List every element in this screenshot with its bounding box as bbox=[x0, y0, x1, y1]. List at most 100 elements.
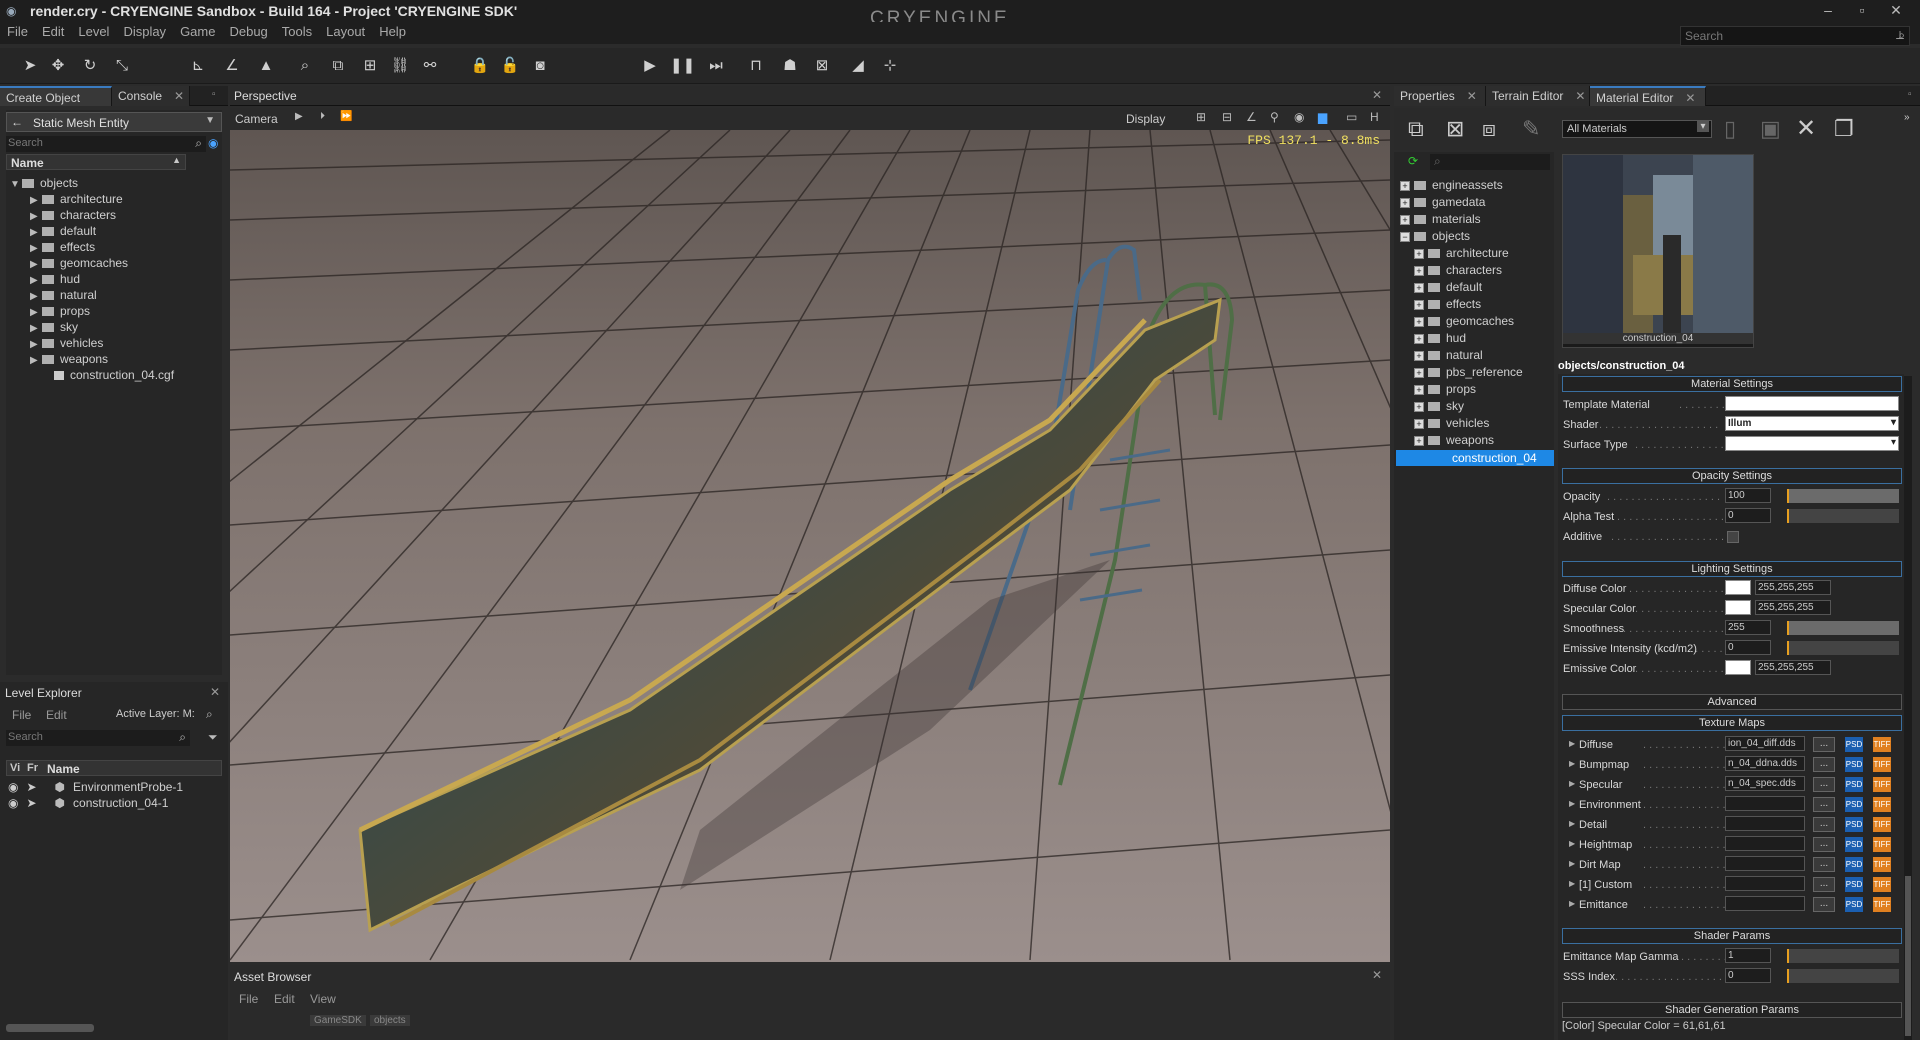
opacity-field[interactable]: 100 bbox=[1725, 488, 1771, 503]
play-icon[interactable]: ▶ bbox=[640, 56, 660, 76]
minimize-button[interactable]: – bbox=[1814, 2, 1842, 20]
material-preview[interactable]: construction_04 bbox=[1562, 154, 1754, 348]
level-row[interactable]: ◉ ➤ ⬢ construction_04-1 bbox=[8, 796, 168, 812]
camera-icon[interactable]: ◙ bbox=[530, 56, 550, 76]
tree-item[interactable]: ▶ characters bbox=[30, 208, 116, 224]
browse-button[interactable]: ... bbox=[1813, 797, 1835, 812]
tree-item[interactable]: ▶ sky bbox=[30, 320, 78, 336]
unlock-icon[interactable]: 🔓 bbox=[500, 56, 520, 76]
ungroup-icon[interactable]: ⊞ bbox=[360, 56, 380, 76]
shader-dropdown[interactable]: Illum ▾ bbox=[1725, 416, 1899, 431]
close-icon[interactable]: ✕ bbox=[174, 89, 184, 103]
close-icon[interactable]: ✕ bbox=[1575, 89, 1585, 103]
move-icon[interactable]: ✥ bbox=[48, 56, 68, 76]
mat-tree-child[interactable]: + vehicles bbox=[1414, 416, 1489, 432]
emissive-intensity-field[interactable]: 0 bbox=[1725, 640, 1771, 655]
psd-button[interactable]: PSD bbox=[1845, 797, 1863, 812]
tiff-button[interactable]: TIFF bbox=[1873, 817, 1891, 832]
opacity-slider[interactable] bbox=[1787, 489, 1899, 503]
texture-path-field[interactable]: ion_04_diff.dds bbox=[1725, 736, 1805, 751]
assign-material-icon[interactable]: ⧈ bbox=[1482, 116, 1496, 142]
global-search-input[interactable]: Search ⌕ bbox=[1680, 26, 1910, 46]
tab-console[interactable]: Console ✕ bbox=[112, 86, 190, 106]
smoothness-field[interactable]: 255 bbox=[1725, 620, 1771, 635]
menu-layout[interactable]: Layout bbox=[319, 22, 372, 41]
visibility-icon[interactable]: ▆ bbox=[1318, 110, 1327, 124]
sss-index-field[interactable]: 0 bbox=[1725, 968, 1771, 983]
expand-arrow-icon[interactable]: ▶ bbox=[1569, 759, 1575, 768]
select-icon[interactable]: ➤ bbox=[20, 56, 40, 76]
tiff-button[interactable]: TIFF bbox=[1873, 777, 1891, 792]
panel-menu-icon[interactable]: ▫ bbox=[1908, 89, 1912, 100]
expand-arrow-icon[interactable]: ▶ bbox=[1569, 819, 1575, 828]
browse-button[interactable]: ... bbox=[1813, 817, 1835, 832]
material-filter-dropdown[interactable]: All Materials ▾ bbox=[1562, 120, 1712, 138]
smoothness-slider[interactable] bbox=[1787, 621, 1899, 635]
expand-arrow-icon[interactable]: ▶ bbox=[1569, 799, 1575, 808]
refresh-icon[interactable]: ⟳ bbox=[1408, 154, 1418, 168]
lighting-settings-header[interactable]: Lighting Settings bbox=[1562, 561, 1902, 577]
entity-type-dropdown[interactable]: ← Static Mesh Entity ▼ bbox=[6, 112, 222, 132]
tiff-button[interactable]: TIFF bbox=[1873, 857, 1891, 872]
3d-viewport[interactable]: FPS 137.1 - 8.8ms bbox=[230, 130, 1390, 962]
flowgraph-icon[interactable]: ⊹ bbox=[880, 56, 900, 76]
help-icon[interactable]: H bbox=[1370, 110, 1379, 124]
opacity-settings-header[interactable]: Opacity Settings bbox=[1562, 468, 1902, 484]
eye-icon[interactable]: ◉ bbox=[8, 780, 18, 794]
emissive-intensity-slider[interactable] bbox=[1787, 641, 1899, 655]
mat-tree-child[interactable]: + architecture bbox=[1414, 246, 1509, 262]
close-button[interactable]: ✕ bbox=[1882, 2, 1910, 20]
surface-type-dropdown[interactable]: ▾ bbox=[1725, 436, 1899, 451]
alpha-test-field[interactable]: 0 bbox=[1725, 508, 1771, 523]
browse-button[interactable]: ... bbox=[1813, 837, 1835, 852]
mat-tree-selected[interactable]: construction_04 bbox=[1396, 450, 1554, 466]
mat-tree-child[interactable]: + sky bbox=[1414, 399, 1464, 415]
tiff-button[interactable]: TIFF bbox=[1873, 877, 1891, 892]
tree-item-file[interactable]: construction_04.cgf bbox=[42, 368, 174, 384]
horizontal-scrollbar[interactable] bbox=[6, 1024, 94, 1032]
texture-path-field[interactable]: n_04_ddna.dds bbox=[1725, 756, 1805, 771]
breadcrumb-gamesdk[interactable]: GameSDK bbox=[310, 1015, 366, 1026]
expand-arrow-icon[interactable]: ▶ bbox=[1569, 779, 1575, 788]
psd-button[interactable]: PSD bbox=[1845, 897, 1863, 912]
close-icon[interactable]: ✕ bbox=[1372, 88, 1382, 102]
expand-icon[interactable]: » bbox=[1904, 112, 1910, 123]
texture-path-field[interactable] bbox=[1725, 816, 1805, 831]
tab-material-editor[interactable]: Material Editor ✕ bbox=[1590, 86, 1706, 106]
sss-index-slider[interactable] bbox=[1787, 969, 1899, 983]
group-icon[interactable]: ⧉ bbox=[328, 56, 348, 76]
record-icon[interactable]: ◉ bbox=[1294, 110, 1304, 124]
browse-button[interactable]: ... bbox=[1813, 737, 1835, 752]
psd-button[interactable]: PSD bbox=[1845, 837, 1863, 852]
tree-root-objects[interactable]: ▼ objects bbox=[10, 176, 78, 192]
eye-icon[interactable]: ◉ bbox=[8, 796, 18, 810]
ab-menu-edit[interactable]: Edit bbox=[274, 992, 295, 1006]
remove-material-icon[interactable]: ⊠ bbox=[1446, 116, 1464, 142]
mat-tree-child[interactable]: + natural bbox=[1414, 348, 1483, 364]
panel-menu-icon[interactable]: ▫ bbox=[212, 89, 216, 100]
cursor-icon[interactable]: ➤ bbox=[26, 780, 36, 794]
emittance-gamma-slider[interactable] bbox=[1787, 949, 1899, 963]
level-row[interactable]: ◉ ➤ ⬢ EnvironmentProbe-1 bbox=[8, 780, 183, 796]
le-menu-file[interactable]: File bbox=[12, 708, 31, 722]
psd-button[interactable]: PSD bbox=[1845, 777, 1863, 792]
object-search-input[interactable]: Search ⌕ bbox=[6, 136, 206, 152]
align-icon[interactable]: ⊾ bbox=[188, 56, 208, 76]
psd-button[interactable]: PSD bbox=[1845, 757, 1863, 772]
scale-icon[interactable]: ⤡ bbox=[112, 56, 132, 76]
snap-icon[interactable]: ⊟ bbox=[1222, 110, 1232, 124]
material-search-input[interactable]: ⌕ bbox=[1430, 154, 1550, 170]
maximize-icon[interactable]: ▭ bbox=[1346, 110, 1357, 124]
close-icon[interactable]: ✕ bbox=[1467, 89, 1477, 103]
mat-tree-child[interactable]: + weapons bbox=[1414, 433, 1494, 449]
mat-tree-child[interactable]: + geomcaches bbox=[1414, 314, 1514, 330]
psd-button[interactable]: PSD bbox=[1845, 817, 1863, 832]
tree-item[interactable]: ▶ weapons bbox=[30, 352, 108, 368]
terrain-icon[interactable]: ▲ bbox=[256, 56, 276, 76]
tree-item[interactable]: ▶ props bbox=[30, 304, 90, 320]
ab-menu-file[interactable]: File bbox=[239, 992, 258, 1006]
add-material-icon[interactable]: ⧉ bbox=[1408, 116, 1424, 142]
texture-path-field[interactable] bbox=[1725, 856, 1805, 871]
menu-level[interactable]: Level bbox=[71, 22, 116, 41]
close-icon[interactable]: ✕ bbox=[210, 685, 220, 699]
